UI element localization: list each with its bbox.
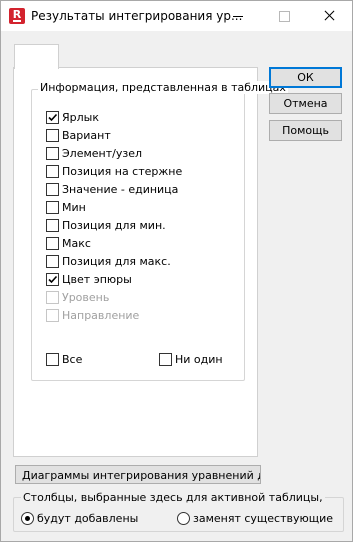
checkmark-icon [48, 113, 58, 122]
column-checkbox-label: Уровень [62, 291, 110, 304]
column-checkbox-label: Ярлык [62, 111, 99, 124]
column-checkbox-label: Вариант [62, 129, 111, 142]
column-checkbox-label: Позиция для макс. [62, 255, 171, 268]
help-button[interactable]: Помощь [269, 120, 342, 141]
dialog-window: R Результаты интегрирования ур... Информ… [0, 0, 353, 542]
table-info-group-title: Информация, представленная в таблицах [38, 81, 288, 94]
select-none-label: Ни один [175, 353, 223, 366]
close-button[interactable] [306, 1, 352, 31]
title-bar: R Результаты интегрирования ур... [1, 1, 352, 31]
column-checkbox-label: Цвет эпюры [62, 273, 132, 286]
checkbox-box [46, 201, 59, 214]
column-checkbox-label: Позиция для мин. [62, 219, 166, 232]
checkbox-box [46, 291, 59, 304]
column-checkbox-label: Направление [62, 309, 140, 322]
radio-circle [21, 512, 34, 525]
cancel-button[interactable]: Отмена [269, 93, 342, 114]
checkbox-box [46, 111, 59, 124]
minimize-button[interactable] [215, 1, 261, 31]
maximize-icon [279, 11, 290, 22]
window-title: Результаты интегрирования ур... [31, 9, 243, 23]
app-logo-icon: R [9, 8, 25, 24]
maximize-button[interactable] [261, 1, 307, 31]
radio-replace-label: заменят существующие [193, 512, 334, 525]
radio-add-label: будут добавлены [37, 512, 139, 525]
checkbox-box [46, 165, 59, 178]
checkbox-box [46, 219, 59, 232]
select-all-label: Все [62, 353, 83, 366]
checkbox-box [46, 309, 59, 322]
checkmark-icon [48, 275, 58, 284]
radio-dot [25, 516, 30, 521]
checkbox-box [46, 147, 59, 160]
column-checkbox-label: Позиция на стержне [62, 165, 183, 178]
checkbox-box [46, 237, 59, 250]
apply-mode-group-title: Столбцы, выбранные здесь для активной та… [21, 491, 325, 504]
checkbox-box [46, 255, 59, 268]
checkbox-box [46, 353, 59, 366]
checkbox-box [159, 353, 172, 366]
diagram-integration-button[interactable]: Диаграммы интегрирования уравнений движе… [15, 465, 261, 484]
checkbox-box [46, 183, 59, 196]
column-checkbox-label: Мин [62, 201, 86, 214]
column-checkbox-label: Элемент/узел [62, 147, 143, 160]
column-checkbox-label: Значение - единица [62, 183, 179, 196]
tab-table[interactable] [14, 44, 59, 69]
ok-button[interactable]: ОК [269, 67, 342, 88]
radio-circle [177, 512, 190, 525]
minimize-icon [233, 16, 243, 17]
checkbox-box [46, 129, 59, 142]
column-checkbox-label: Макс [62, 237, 91, 250]
checkbox-box [46, 273, 59, 286]
